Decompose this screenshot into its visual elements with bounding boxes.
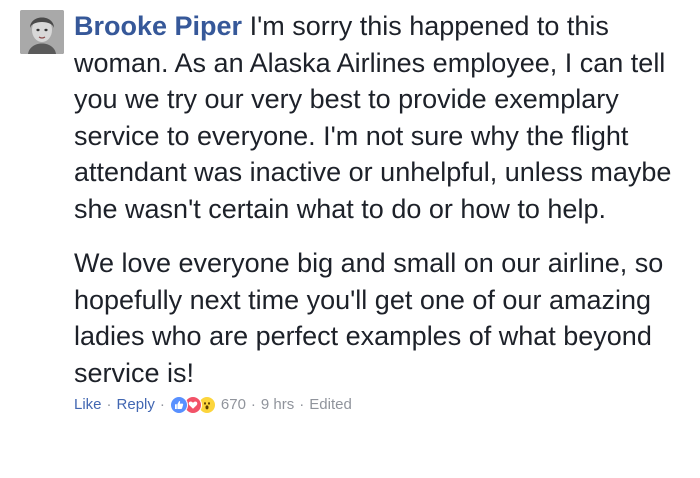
author-name-link[interactable]: Brooke Piper <box>74 11 242 41</box>
timestamp[interactable]: 9 hrs <box>261 395 294 415</box>
reply-button[interactable]: Reply <box>117 395 155 415</box>
reaction-count[interactable]: 670 <box>221 395 246 415</box>
like-button[interactable]: Like <box>74 395 102 415</box>
comment-text-1: I'm sorry this happened to this woman. A… <box>74 11 672 224</box>
avatar-photo-icon <box>20 10 64 54</box>
separator-dot: · <box>106 396 112 413</box>
comment-paragraph-2: We love everyone big and small on our ai… <box>74 248 664 388</box>
separator-dot: · <box>299 396 305 413</box>
comment: Brooke Piper I'm sorry this happened to … <box>20 8 692 415</box>
edited-label[interactable]: Edited <box>309 395 352 415</box>
separator-dot: · <box>250 396 256 413</box>
reactions-summary[interactable] <box>169 396 216 414</box>
avatar[interactable] <box>20 10 64 54</box>
like-icon <box>169 396 188 414</box>
comment-body: Brooke Piper I'm sorry this happened to … <box>74 8 692 415</box>
separator-dot: · <box>159 396 165 413</box>
comment-paragraph-1: Brooke Piper I'm sorry this happened to … <box>74 8 692 227</box>
comment-meta-bar: Like · Reply · 670 · 9 hrs · Edited <box>74 395 692 415</box>
